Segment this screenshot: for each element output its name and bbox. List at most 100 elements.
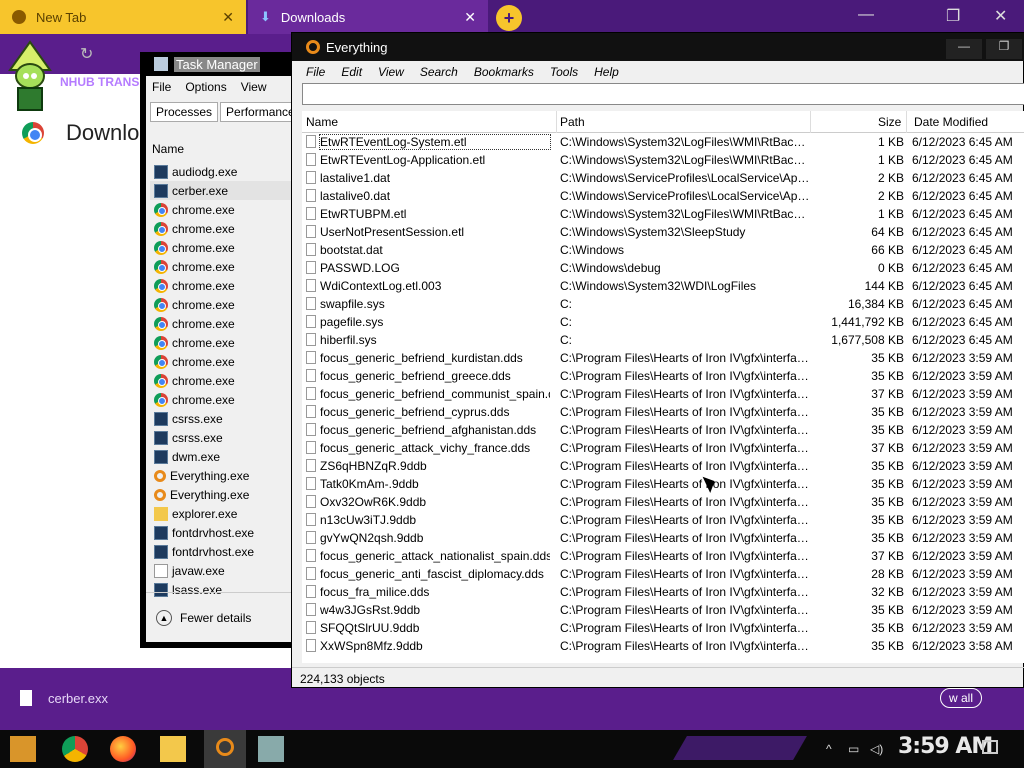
- file-row[interactable]: w4w3JGsRst.9ddb C:\Program Files\Hearts o…: [302, 601, 1024, 619]
- file-row[interactable]: SFQQtSlrUU.9ddb C:\Program Files\Hearts o…: [302, 619, 1024, 637]
- process-row[interactable]: csrss.exe: [150, 428, 300, 447]
- file-row[interactable]: PASSWD.LOG C:\Windows\debug 0 KB 6/12/2023 …: [302, 259, 1024, 277]
- process-row[interactable]: fontdrvhost.exe: [150, 523, 300, 542]
- file-row[interactable]: XxWSpn8Mfz.9ddb C:\Program Files\Hearts o…: [302, 637, 1024, 655]
- chrome-icon: [154, 259, 168, 274]
- omnibox-text[interactable]: NHUB TRANS: [60, 75, 150, 95]
- menu-options[interactable]: Options: [185, 80, 226, 94]
- clock[interactable]: 3:59 AM: [898, 734, 993, 759]
- file-row[interactable]: ZS6qHBNZqR.9ddb C:\Program Files\Hearts o…: [302, 457, 1024, 475]
- file-row[interactable]: WdiContextLog.etl.003 C:\Windows\System32…: [302, 277, 1024, 295]
- network-icon[interactable]: ▭: [848, 742, 859, 756]
- process-row[interactable]: dwm.exe: [150, 447, 300, 466]
- file-row[interactable]: gvYwQN2qsh.9ddb C:\Program Files\Hearts o…: [302, 529, 1024, 547]
- process-row[interactable]: chrome.exe: [150, 295, 300, 314]
- file-row[interactable]: focus_generic_attack_nationalist_spain.d…: [302, 547, 1024, 565]
- everything-titlebar[interactable]: Everything: [292, 33, 1024, 61]
- minimize-button[interactable]: —: [946, 39, 982, 59]
- process-row[interactable]: chrome.exe: [150, 238, 300, 257]
- task-manager-icon[interactable]: [258, 736, 284, 762]
- file-row[interactable]: focus_generic_befriend_communist_spain.d…: [302, 385, 1024, 403]
- file-row[interactable]: Oxv32OwR6K.9ddb C:\Program Files\Hearts o…: [302, 493, 1024, 511]
- process-row[interactable]: cerber.exe: [150, 181, 300, 200]
- chrome-icon[interactable]: [62, 736, 88, 762]
- reload-icon[interactable]: ↻: [80, 44, 93, 64]
- close-icon[interactable]: ✕: [222, 9, 234, 26]
- everything-icon[interactable]: [204, 730, 246, 768]
- file-explorer-icon[interactable]: [160, 736, 186, 762]
- file-row[interactable]: UserNotPresentSession.etl C:\Windows\Syst…: [302, 223, 1024, 241]
- process-row[interactable]: chrome.exe: [150, 314, 300, 333]
- task-manager-titlebar[interactable]: Task Manager: [140, 52, 306, 76]
- file-row[interactable]: focus_fra_milice.dds C:\Program Files\Hea…: [302, 583, 1024, 601]
- file-row[interactable]: hiberfil.sys C: 1,677,508 KB 6/12/2023 6:45…: [302, 331, 1024, 349]
- file-row[interactable]: focus_generic_befriend_kurdistan.dds C:\P…: [302, 349, 1024, 367]
- process-row[interactable]: Everything.exe: [150, 485, 300, 504]
- menu-file[interactable]: File: [306, 65, 325, 79]
- chevron-up-icon[interactable]: ^: [826, 742, 832, 756]
- process-row[interactable]: fontdrvhost.exe: [150, 542, 300, 561]
- new-tab-button[interactable]: +: [496, 5, 522, 31]
- process-row[interactable]: audiodg.exe: [150, 162, 300, 181]
- start-icon[interactable]: [10, 736, 36, 762]
- process-row[interactable]: chrome.exe: [150, 219, 300, 238]
- file-row[interactable]: swapfile.sys C: 16,384 KB 6/12/2023 6:45 AM: [302, 295, 1024, 313]
- file-row[interactable]: focus_generic_anti_fascist_diplomacy.dds…: [302, 565, 1024, 583]
- minimize-icon[interactable]: —: [858, 6, 874, 24]
- file-row[interactable]: lastalive1.dat C:\Windows\ServiceProfiles…: [302, 169, 1024, 187]
- file-row[interactable]: EtwRTEventLog-Application.etl C:\Windows\…: [302, 151, 1024, 169]
- menu-view[interactable]: View: [241, 80, 267, 94]
- menu-help[interactable]: Help: [594, 65, 619, 79]
- process-row[interactable]: chrome.exe: [150, 333, 300, 352]
- menu-file[interactable]: File: [152, 80, 171, 94]
- file-path: C:\Windows\ServiceProfiles\LocalService\…: [560, 189, 810, 203]
- tab-processes[interactable]: Processes: [150, 102, 219, 122]
- notification-icon[interactable]: [982, 740, 998, 754]
- tab-new-tab[interactable]: New Tab ✕: [0, 0, 246, 34]
- process-row[interactable]: chrome.exe: [150, 352, 300, 371]
- download-item[interactable]: cerber.exx: [0, 670, 152, 726]
- file-row[interactable]: n13cUw3iTJ.9ddb C:\Program Files\Hearts o…: [302, 511, 1024, 529]
- file-row[interactable]: focus_generic_attack_vichy_france.dds C:\…: [302, 439, 1024, 457]
- close-window-icon[interactable]: ✕: [994, 6, 1007, 26]
- process-row[interactable]: chrome.exe: [150, 200, 300, 219]
- file-row[interactable]: pagefile.sys C: 1,441,792 KB 6/12/2023 6:45…: [302, 313, 1024, 331]
- column-header-path[interactable]: Path: [560, 115, 585, 129]
- menu-search[interactable]: Search: [420, 65, 458, 79]
- file-row[interactable]: focus_generic_befriend_cyprus.dds C:\Prog…: [302, 403, 1024, 421]
- file-row[interactable]: bootstat.dat C:\Windows 66 KB 6/12/2023 6:4…: [302, 241, 1024, 259]
- process-row[interactable]: chrome.exe: [150, 276, 300, 295]
- menu-view[interactable]: View: [378, 65, 404, 79]
- column-header-name[interactable]: Name: [152, 142, 184, 156]
- process-row[interactable]: chrome.exe: [150, 371, 300, 390]
- tab-performance[interactable]: Performance: [220, 102, 301, 122]
- process-row[interactable]: javaw.exe: [150, 561, 300, 580]
- process-row[interactable]: explorer.exe: [150, 504, 300, 523]
- file-row[interactable]: EtwRTEventLog-System.etl C:\Windows\Syste…: [302, 133, 1024, 151]
- column-header-size[interactable]: Size: [878, 115, 901, 129]
- process-row[interactable]: chrome.exe: [150, 390, 300, 409]
- file-row[interactable]: focus_generic_befriend_afghanistan.dds C:…: [302, 421, 1024, 439]
- menu-bookmarks[interactable]: Bookmarks: [474, 65, 534, 79]
- firefox-icon[interactable]: [110, 736, 136, 762]
- file-row[interactable]: Tatk0KmAm-.9ddb C:\Program Files\Hearts o…: [302, 475, 1024, 493]
- process-row[interactable]: chrome.exe: [150, 257, 300, 276]
- file-row[interactable]: focus_generic_befriend_greece.dds C:\Prog…: [302, 367, 1024, 385]
- column-header-date-modified[interactable]: Date Modified: [914, 115, 988, 129]
- search-input[interactable]: [302, 83, 1024, 105]
- column-header-name[interactable]: Name: [306, 115, 338, 129]
- process-row[interactable]: csrss.exe: [150, 409, 300, 428]
- fewer-details-button[interactable]: ▲ Fewer details: [146, 592, 294, 642]
- menu-edit[interactable]: Edit: [341, 65, 362, 79]
- menu-tools[interactable]: Tools: [550, 65, 578, 79]
- maximize-icon[interactable]: ❐: [946, 6, 960, 26]
- maximize-button[interactable]: ❐: [986, 39, 1022, 59]
- volume-icon[interactable]: ◁): [870, 742, 883, 756]
- show-all-button[interactable]: w all: [940, 688, 983, 708]
- file-row[interactable]: lastalive0.dat C:\Windows\ServiceProfiles…: [302, 187, 1024, 205]
- process-row[interactable]: Everything.exe: [150, 466, 300, 485]
- file-row[interactable]: EtwRTUBPM.etl C:\Windows\System32\LogFile…: [302, 205, 1024, 223]
- tab-downloads[interactable]: ⬇ Downloads ✕: [248, 0, 488, 34]
- file-icon: [306, 603, 316, 616]
- close-icon[interactable]: ✕: [464, 9, 476, 26]
